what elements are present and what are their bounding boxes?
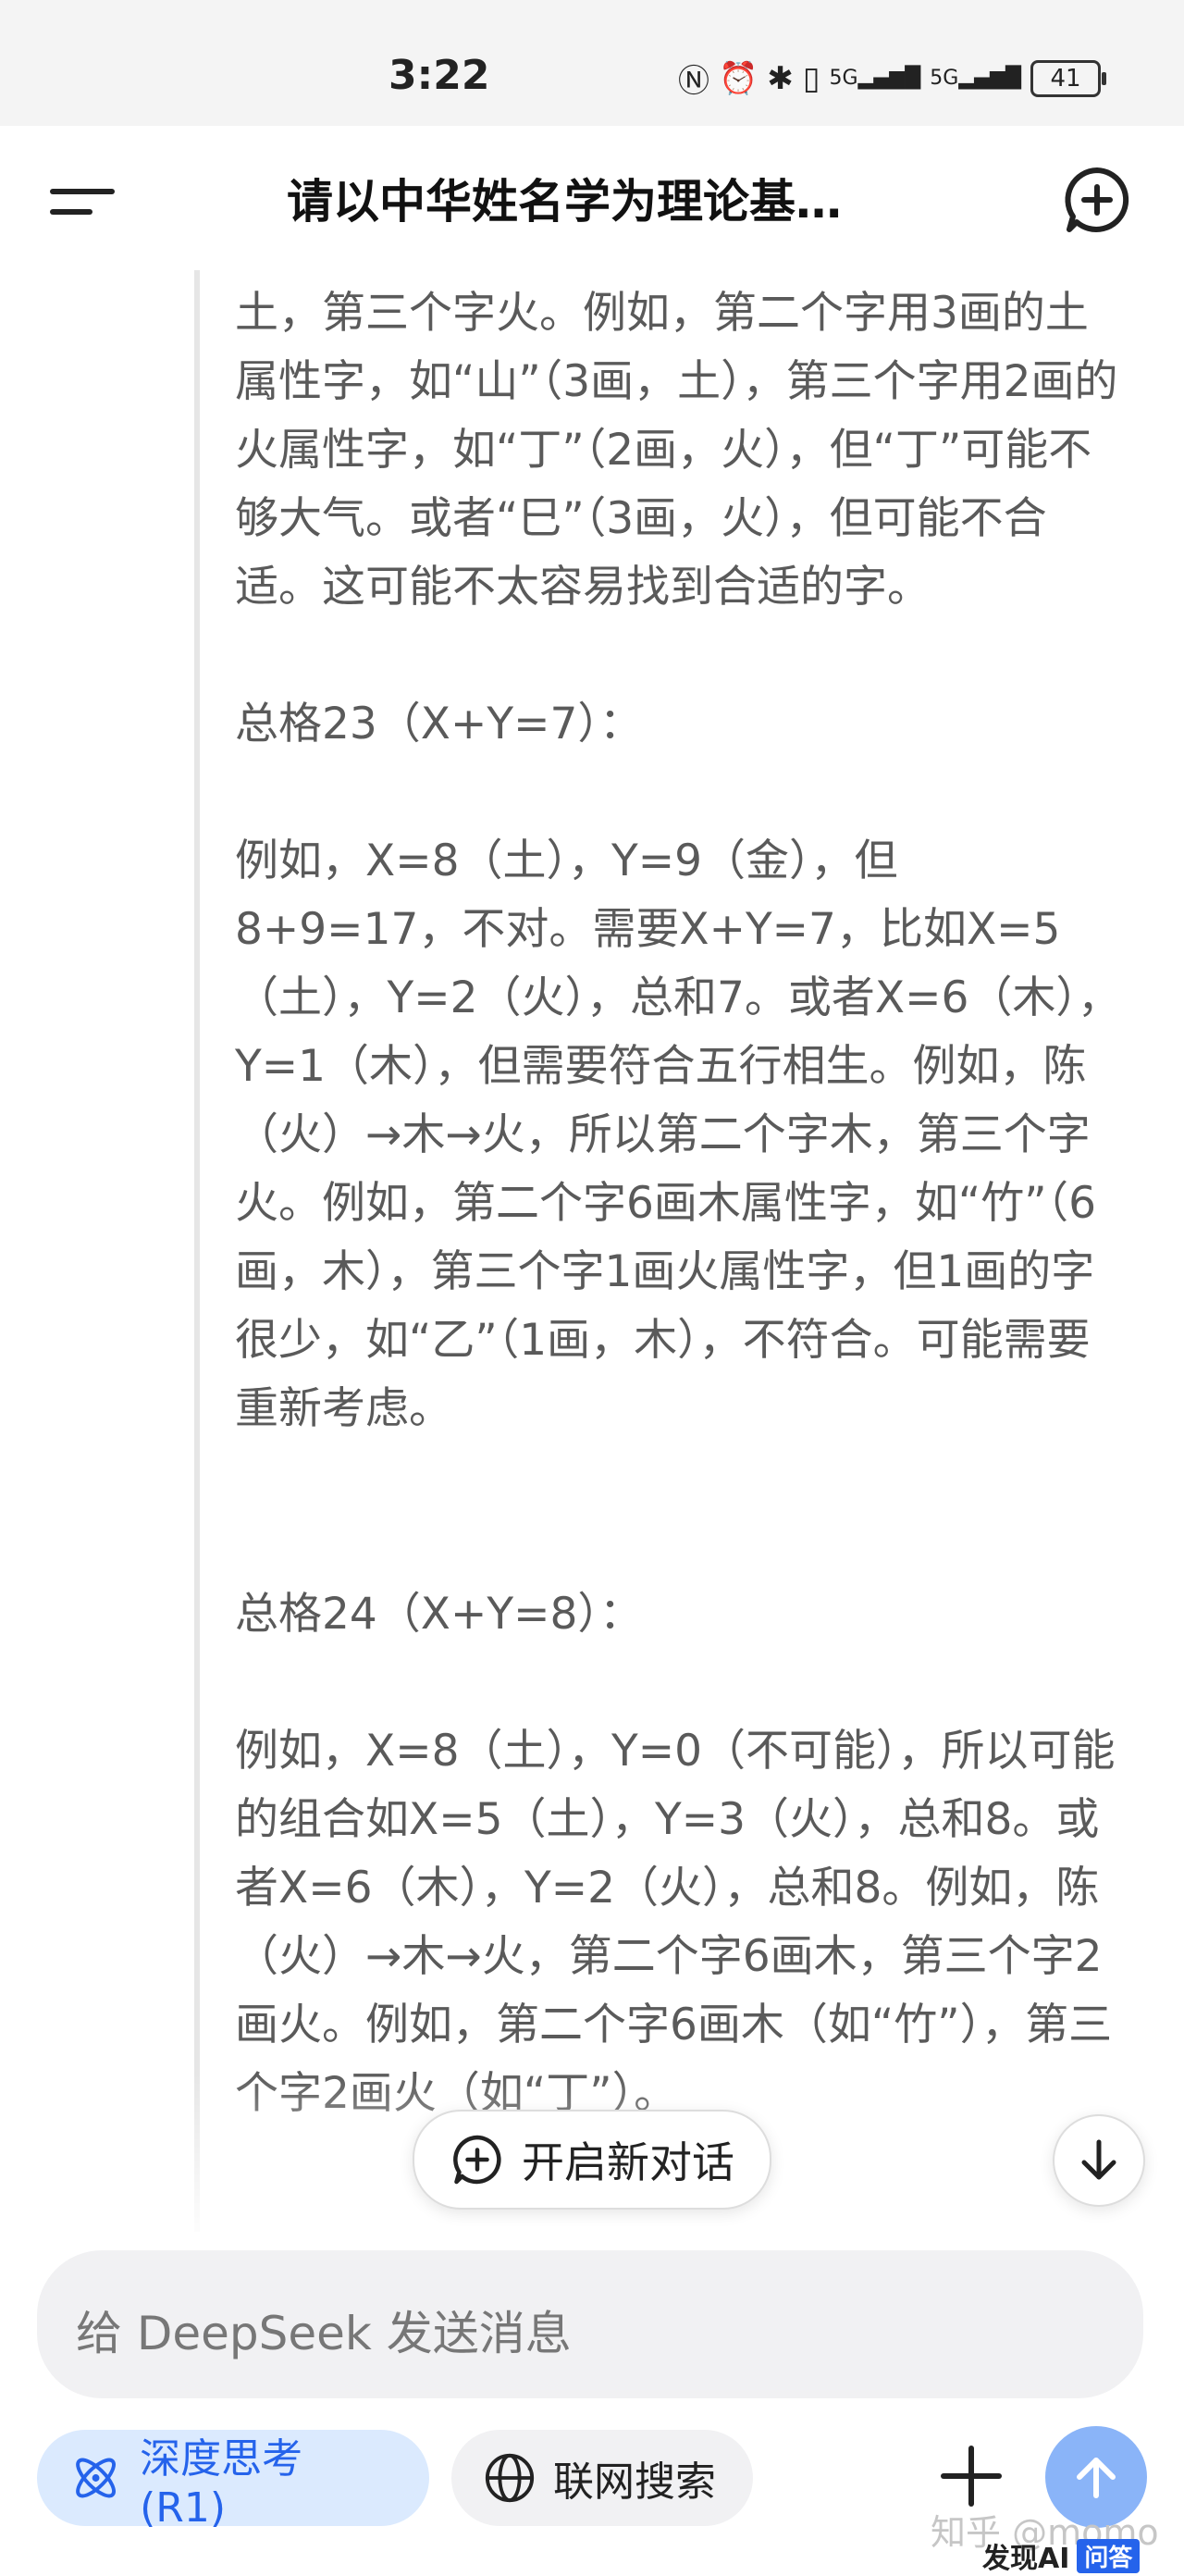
- message-input[interactable]: 给 DeepSeek 发送消息: [37, 2250, 1143, 2398]
- battery-icon: 41: [1030, 59, 1106, 97]
- reasoning-paragraph: 土，第三个字火。例如，第二个字用3画的土属性字，如“山”（3画，土），第三个字用…: [235, 288, 1118, 613]
- reasoning-heading: 总格23（X+Y=7）：: [235, 699, 643, 749]
- page-title: 请以中华姓名学为理论基…: [287, 175, 842, 229]
- web-search-label: 联网搜索: [553, 2458, 716, 2506]
- deep-think-label: 深度思考 (R1): [140, 2434, 303, 2532]
- new-dialog-label: 开启新对话: [522, 2137, 734, 2187]
- alarm-icon: ⏰: [718, 59, 758, 97]
- attach-button[interactable]: [934, 2439, 1008, 2513]
- new-chat-icon[interactable]: [1060, 163, 1134, 237]
- brand-badge: 问答: [1077, 2538, 1141, 2573]
- top-bar: 请以中华姓名学为理论基…: [0, 126, 1184, 270]
- arrow-up-icon: [1077, 2458, 1116, 2498]
- signal-icon: 5G▂▄▆█: [930, 67, 1021, 90]
- menu-icon[interactable]: [50, 178, 115, 224]
- status-time: 3:22: [388, 52, 490, 99]
- thinking-indicator-bar: [194, 270, 200, 2232]
- web-search-toggle[interactable]: 联网搜索: [451, 2430, 753, 2526]
- reasoning-paragraph: 例如，X=8（土），Y=9（金），但8+9=17，不对。需要X+Y=7，比如X=…: [235, 836, 1121, 1434]
- status-bar: 3:22 Ⓝ ⏰ ✱ ▯ 5G▂▄▆█ 5G▂▄▆█ 41: [0, 0, 1184, 126]
- atom-icon: [76, 2458, 116, 2498]
- new-chat-icon: [453, 2135, 501, 2185]
- status-icons: Ⓝ ⏰ ✱ ▯ 5G▂▄▆█ 5G▂▄▆█ 41: [677, 56, 1106, 101]
- reasoning-heading: 总格24（X+Y=8）：: [235, 1589, 643, 1640]
- signal-icon: 5G▂▄▆█: [829, 67, 921, 90]
- reasoning-content: 土，第三个字火。例如，第二个字用3画的土属性字，如“山”（3画，土），第三个字用…: [0, 270, 1184, 2232]
- vibrate-icon: ▯: [802, 59, 820, 97]
- plus-icon: [941, 2446, 1002, 2507]
- brand-logo: 发现AI 问答: [982, 2535, 1141, 2576]
- scroll-down-button[interactable]: [1053, 2114, 1145, 2207]
- message-input-placeholder: 给 DeepSeek 发送消息: [76, 2307, 572, 2360]
- reasoning-paragraph: 例如，X=8（土），Y=0（不可能），所以可能的组合如X=5（土），Y=3（火）…: [235, 1726, 1116, 2119]
- deep-think-toggle[interactable]: 深度思考 (R1): [37, 2430, 429, 2532]
- arrow-down-icon: [1081, 2139, 1116, 2180]
- bluetooth-icon: ✱: [767, 59, 794, 97]
- globe-icon: [485, 2453, 535, 2503]
- brand-text: 发现AI: [982, 2543, 1070, 2575]
- new-dialog-button[interactable]: 开启新对话: [413, 2110, 771, 2210]
- nfc-icon: Ⓝ: [677, 63, 709, 100]
